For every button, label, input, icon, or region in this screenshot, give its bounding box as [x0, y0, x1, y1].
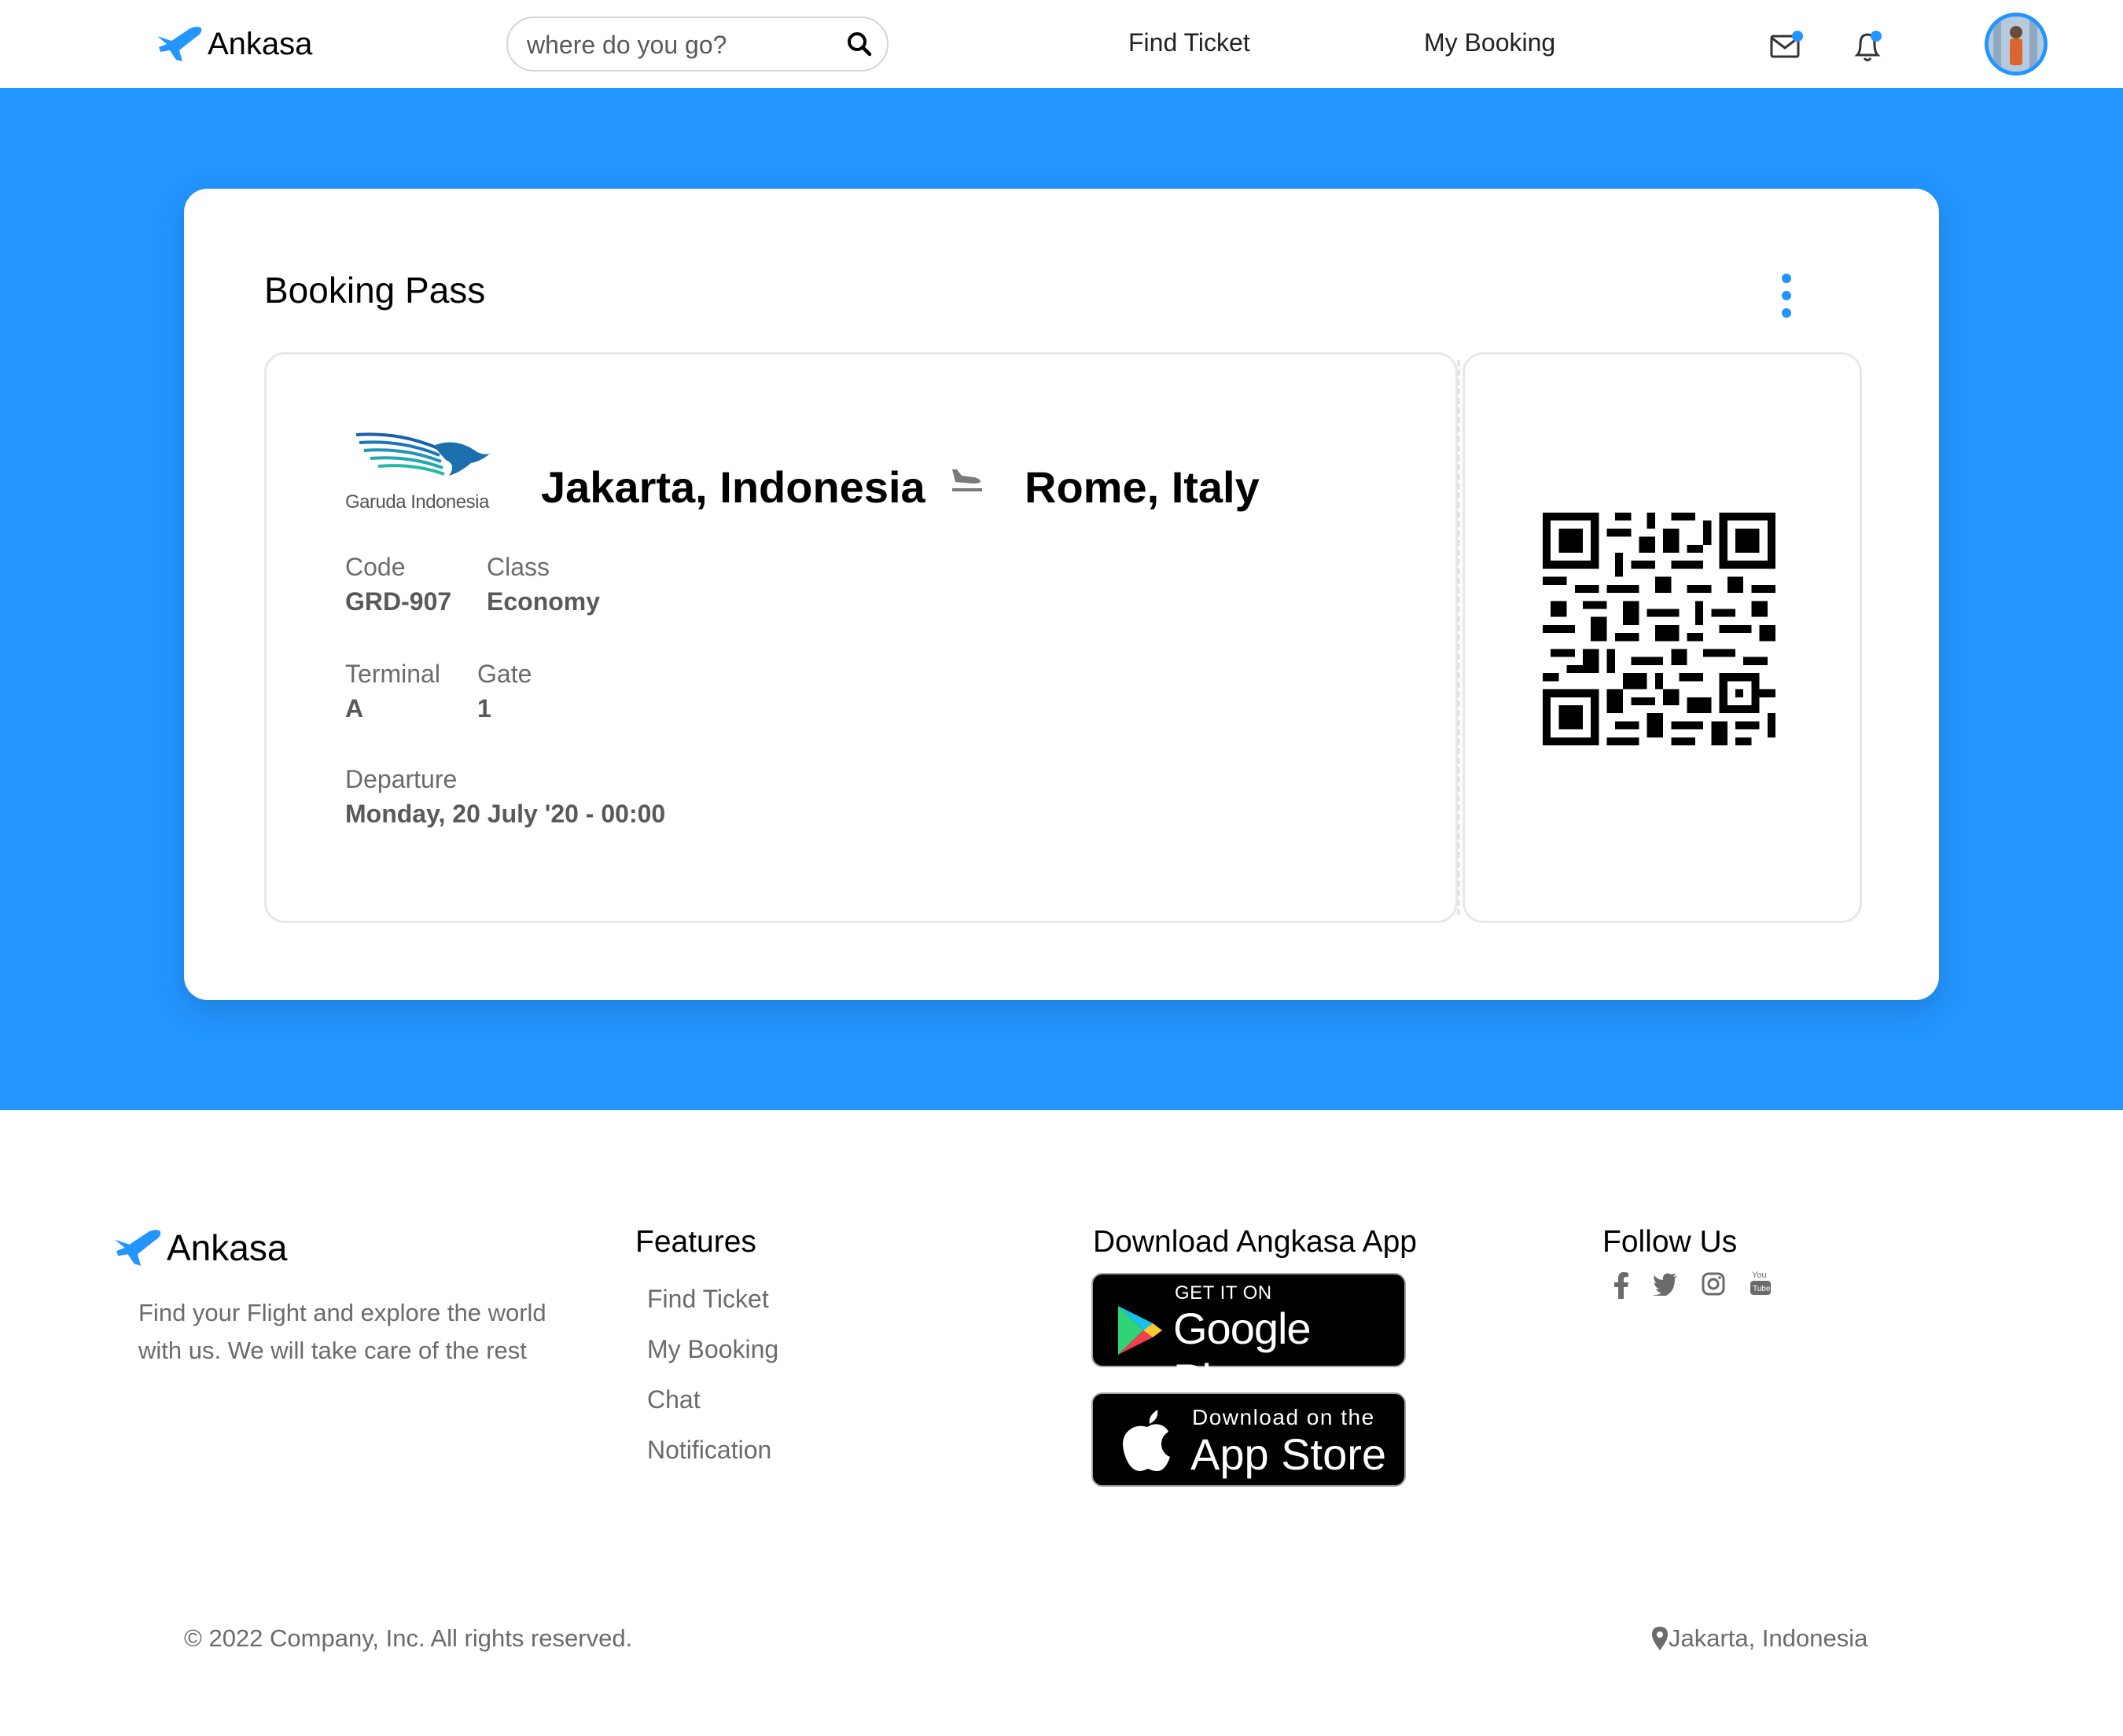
search-input[interactable]: [527, 28, 826, 62]
garuda-logo-icon: [355, 432, 490, 476]
ticket-tear-line: [1457, 360, 1460, 915]
footer-link-my-booking[interactable]: My Booking: [647, 1335, 778, 1364]
svg-text:Tube: Tube: [1753, 1285, 1771, 1293]
app-store-caption: Download on the: [1192, 1405, 1375, 1429]
code-value: GRD-907: [345, 587, 452, 616]
instagram-icon[interactable]: [1702, 1272, 1725, 1300]
features-heading: Features: [635, 1225, 756, 1259]
plane-logo-icon: [113, 1227, 164, 1269]
airline-logo: Garuda Indonesia: [345, 428, 510, 515]
departure-value: Monday, 20 July '20 - 00:00: [345, 800, 666, 828]
gate-value: 1: [477, 694, 491, 723]
search-box: [506, 17, 889, 72]
footer-brand[interactable]: Ankasa: [113, 1227, 287, 1269]
top-navbar: Ankasa Find Ticket My Booking: [0, 0, 2123, 88]
app-store-label: App Store: [1190, 1429, 1387, 1479]
svg-text:You: You: [1752, 1271, 1767, 1280]
apple-icon: [1123, 1410, 1170, 1471]
class-value: Economy: [487, 587, 601, 616]
app-store-button[interactable]: Download on the App Store: [1091, 1392, 1406, 1487]
flight-departure-icon: [951, 465, 984, 500]
origin-city: Jakarta, Indonesia: [541, 462, 925, 512]
twitter-icon[interactable]: [1653, 1272, 1678, 1300]
location-text: Jakarta, Indonesia: [1669, 1624, 1868, 1652]
departure-label: Departure: [345, 765, 458, 793]
google-play-label: Google Play: [1173, 1304, 1312, 1404]
booking-pass-card: Booking Pass Garuda Indonesia Jakarta, I…: [184, 189, 1939, 1000]
download-heading: Download Angkasa App: [1093, 1225, 1417, 1259]
plane-logo-icon: [156, 24, 204, 64]
footer-link-chat[interactable]: Chat: [647, 1385, 701, 1414]
footer-brand-name: Ankasa: [167, 1227, 288, 1268]
terminal-label: Terminal: [345, 660, 440, 688]
mail-icon[interactable]: [1769, 30, 1804, 65]
qr-code: [1543, 513, 1775, 749]
footer-location: Jakarta, Indonesia: [1651, 1624, 1867, 1653]
code-label: Code: [345, 553, 406, 581]
search-icon[interactable]: [846, 31, 873, 61]
google-play-caption: GET IT ON: [1175, 1282, 1272, 1304]
footer-link-find-ticket[interactable]: Find Ticket: [647, 1285, 769, 1314]
terminal-value: A: [345, 694, 364, 723]
nav-find-ticket[interactable]: Find Ticket: [1128, 28, 1250, 57]
facebook-icon[interactable]: [1613, 1272, 1629, 1303]
nav-my-booking[interactable]: My Booking: [1424, 28, 1555, 57]
copyright-text: © 2022 Company, Inc. All rights reserved…: [184, 1624, 633, 1652]
google-play-button[interactable]: GET IT ON Google Play: [1091, 1273, 1406, 1404]
destination-city: Rome, Italy: [1025, 462, 1260, 512]
airline-name: Garuda Indonesia: [345, 491, 489, 513]
class-label: Class: [487, 553, 550, 581]
more-options-icon[interactable]: [1777, 274, 1796, 318]
follow-heading: Follow Us: [1602, 1225, 1738, 1259]
youtube-icon[interactable]: You Tube: [1749, 1269, 1772, 1301]
footer-link-notification[interactable]: Notification: [647, 1436, 771, 1465]
brand-name: Ankasa: [208, 26, 313, 61]
brand-logo[interactable]: Ankasa: [156, 24, 312, 64]
gate-label: Gate: [477, 660, 532, 688]
avatar[interactable]: [1985, 13, 2048, 75]
booking-pass-title: Booking Pass: [264, 270, 486, 311]
map-pin-icon: [1652, 1627, 1668, 1650]
google-play-icon: [1118, 1306, 1162, 1355]
bell-icon[interactable]: [1851, 27, 1886, 68]
ticket-main-section: Garuda Indonesia Jakarta, Indonesia Rome…: [264, 352, 1458, 923]
footer-description: Find your Flight and explore the world w…: [138, 1299, 546, 1364]
